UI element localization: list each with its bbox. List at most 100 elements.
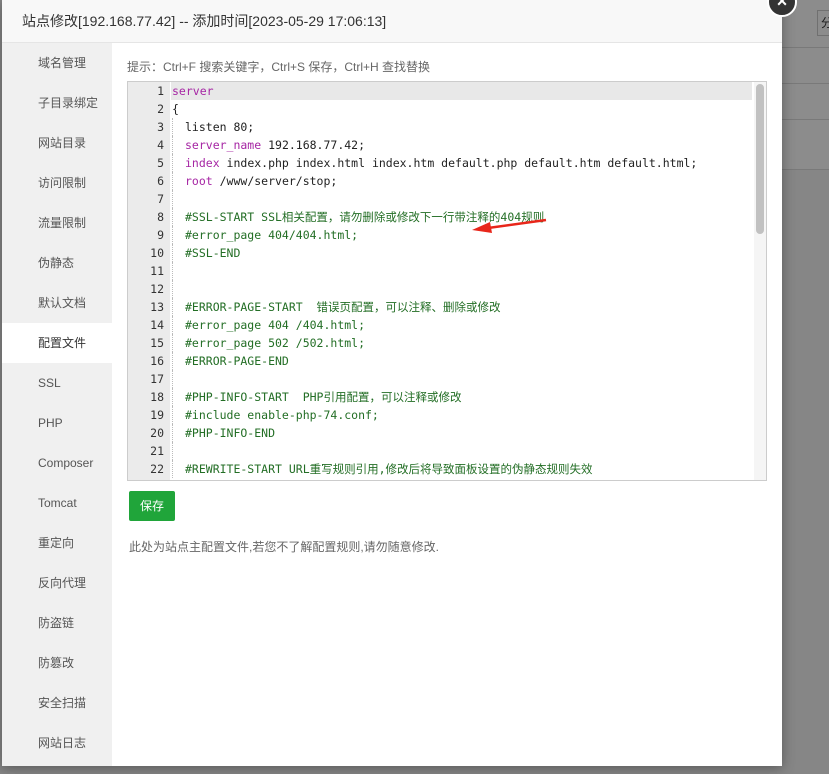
- code-token: #include enable-php-74.conf;: [185, 408, 379, 422]
- code-token: #error_page 404/404.html;: [185, 228, 359, 242]
- sidebar-item[interactable]: 域名管理: [2, 43, 112, 83]
- sidebar-item[interactable]: Tomcat: [2, 483, 112, 523]
- code-line[interactable]: 14 #error_page 404 /404.html;: [128, 316, 766, 334]
- scrollbar-thumb[interactable]: [756, 84, 764, 234]
- sidebar-item[interactable]: 反向代理: [2, 563, 112, 603]
- code-line[interactable]: 2{: [128, 100, 766, 118]
- config-file-panel: 提示：Ctrl+F 搜索关键字，Ctrl+S 保存，Ctrl+H 查找替换 1s…: [127, 43, 772, 554]
- indent-guide: [172, 424, 185, 442]
- code-line[interactable]: 13 #ERROR-PAGE-START 错误页配置，可以注释、删除或修改: [128, 298, 766, 316]
- code-text: server_name 192.168.77.42;: [171, 136, 752, 154]
- code-line[interactable]: 7: [128, 190, 766, 208]
- code-line[interactable]: 11: [128, 262, 766, 280]
- sidebar-item[interactable]: 配置文件: [2, 323, 112, 363]
- code-line[interactable]: 12: [128, 280, 766, 298]
- line-number: 7: [157, 192, 164, 206]
- code-token: index.php index.html index.htm default.p…: [219, 156, 698, 170]
- save-button[interactable]: 保存: [129, 491, 175, 521]
- code-line[interactable]: 16 #ERROR-PAGE-END: [128, 352, 766, 370]
- indent-guide: [172, 262, 185, 280]
- code-text: [171, 262, 752, 280]
- code-token: #error_page 502 /502.html;: [185, 336, 366, 350]
- line-number: 3: [157, 120, 164, 134]
- shortcut-tip: 提示：Ctrl+F 搜索关键字，Ctrl+S 保存，Ctrl+H 查找替换: [127, 60, 431, 74]
- indent-guide: [172, 136, 185, 154]
- code-line[interactable]: 19 #include enable-php-74.conf;: [128, 406, 766, 424]
- code-line[interactable]: 6 root /www/server/stop;: [128, 172, 766, 190]
- sidebar-item[interactable]: 安全扫描: [2, 683, 112, 723]
- code-text: server: [171, 82, 752, 100]
- code-token: #PHP-INFO-END: [185, 426, 276, 440]
- code-token: #SSL-END: [185, 246, 241, 260]
- red-arrow-annotation: [472, 218, 547, 233]
- indent-guide: [172, 154, 185, 172]
- code-line[interactable]: 1 server: [128, 82, 766, 100]
- sidebar-item[interactable]: 重定向: [2, 523, 112, 563]
- config-warning-note: 此处为站点主配置文件,若您不了解配置规则,请勿随意修改.: [129, 540, 440, 554]
- code-line[interactable]: 20 #PHP-INFO-END: [128, 424, 766, 442]
- code-line[interactable]: 17: [128, 370, 766, 388]
- line-number: 21: [150, 444, 164, 458]
- code-token: {: [172, 102, 179, 116]
- indent-guide: [172, 172, 185, 190]
- line-number: 6: [157, 174, 164, 188]
- line-number: 17: [150, 372, 164, 386]
- code-line[interactable]: 3 listen 80;: [128, 118, 766, 136]
- indent-guide: [172, 334, 185, 352]
- code-line[interactable]: 9 #error_page 404/404.html;: [128, 226, 766, 244]
- sidebar-item[interactable]: 访问限制: [2, 163, 112, 203]
- code-line[interactable]: 22 #REWRITE-START URL重写规则引用,修改后将导致面板设置的伪静…: [128, 460, 766, 478]
- line-number: 20: [150, 426, 164, 440]
- code-text: [171, 190, 752, 208]
- indent-guide: [172, 190, 185, 208]
- sidebar-item[interactable]: 伪静态: [2, 243, 112, 283]
- code-editor[interactable]: 1 server 2{ 3 listen 80; 4 server_name 192.168…: [127, 81, 767, 481]
- indent-guide: [172, 442, 185, 460]
- editor-scrollbar[interactable]: [754, 82, 766, 480]
- code-line[interactable]: 5 index index.php index.html index.htm de…: [128, 154, 766, 172]
- sidebar-item[interactable]: SSL: [2, 363, 112, 403]
- code-line[interactable]: 10 #SSL-END: [128, 244, 766, 262]
- code-token: #PHP-INFO-START PHP引用配置，可以注释或修改: [185, 390, 462, 404]
- code-token: /www/server/stop;: [212, 174, 338, 188]
- sidebar-item[interactable]: 防盗链: [2, 603, 112, 643]
- indent-guide: [172, 280, 185, 298]
- code-line[interactable]: 15 #error_page 502 /502.html;: [128, 334, 766, 352]
- code-text: [171, 442, 752, 460]
- line-number: 4: [157, 138, 164, 152]
- code-text: #SSL-END: [171, 244, 752, 262]
- sidebar-item[interactable]: PHP: [2, 403, 112, 443]
- sidebar-item[interactable]: 默认文档: [2, 283, 112, 323]
- line-number: 14: [150, 318, 164, 332]
- code-text: #error_page 404 /404.html;: [171, 316, 752, 334]
- code-text: index index.php index.html index.htm def…: [171, 154, 752, 172]
- code-token: #ERROR-PAGE-START 错误页配置，可以注释、删除或修改: [185, 300, 501, 314]
- indent-guide: [172, 460, 185, 478]
- line-number: 10: [150, 246, 164, 260]
- code-text: listen 80;: [171, 118, 752, 136]
- code-line[interactable]: 18 #PHP-INFO-START PHP引用配置，可以注释或修改: [128, 388, 766, 406]
- indent-guide: [172, 316, 185, 334]
- code-text: #REWRITE-START URL重写规则引用,修改后将导致面板设置的伪静态规…: [171, 460, 752, 478]
- line-number: 1: [157, 84, 164, 98]
- line-number: 18: [150, 390, 164, 404]
- code-line[interactable]: 4 server_name 192.168.77.42;: [128, 136, 766, 154]
- code-text: [171, 280, 752, 298]
- sidebar-item[interactable]: 流量限制: [2, 203, 112, 243]
- code-text: #PHP-INFO-END: [171, 424, 752, 442]
- line-number: 22: [150, 462, 164, 476]
- code-text: #include enable-php-74.conf;: [171, 406, 752, 424]
- sidebar-item[interactable]: 网站日志: [2, 723, 112, 763]
- sidebar-item[interactable]: 网站目录: [2, 123, 112, 163]
- sidebar-item[interactable]: Composer: [2, 443, 112, 483]
- code-token: index: [185, 156, 220, 170]
- indent-guide: [172, 208, 185, 226]
- code-text: #ERROR-PAGE-END: [171, 352, 752, 370]
- indent-guide: [172, 388, 185, 406]
- sidebar-item[interactable]: 防篡改: [2, 643, 112, 683]
- code-line[interactable]: 21: [128, 442, 766, 460]
- sidebar-item[interactable]: 子目录绑定: [2, 83, 112, 123]
- indent-guide: [172, 370, 185, 388]
- code-lines[interactable]: 1 server 2{ 3 listen 80; 4 server_name 192.168…: [128, 82, 766, 478]
- code-line[interactable]: 8 #SSL-START SSL相关配置，请勿删除或修改下一行带注释的404规则: [128, 208, 766, 226]
